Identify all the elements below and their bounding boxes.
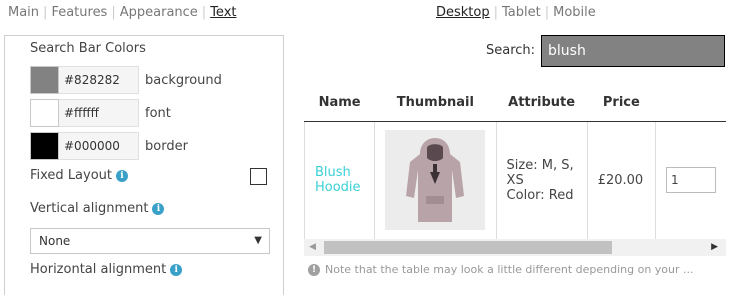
tab-text[interactable]: Text [210, 5, 236, 20]
device-tabs: Desktop | Tablet | Mobile [436, 5, 596, 20]
horizontal-scrollbar[interactable]: ◀ ▶ [304, 239, 726, 256]
quantity-input[interactable]: 1 [665, 167, 716, 193]
color-row-font: #ffffff font [30, 99, 171, 127]
attribute-color: Color: Red [506, 187, 574, 203]
color-label-font: font [145, 105, 171, 121]
color-row-border: #000000 border [30, 132, 188, 160]
color-hex-input-font[interactable]: #ffffff [59, 99, 139, 127]
search-label: Search: [486, 43, 536, 58]
tab-divider: | [493, 5, 499, 20]
color-hex-input-background[interactable]: #828282 [59, 66, 139, 94]
price-cell: £20.00 [586, 121, 656, 240]
color-swatch-background[interactable] [30, 66, 59, 94]
table-row: Blush Hoodie Size: M, S, XS Color: Red £… [304, 121, 726, 240]
thumbnail-cell [374, 121, 497, 240]
product-thumbnail[interactable] [385, 130, 486, 230]
column-header-thumbnail[interactable]: Thumbnail [374, 85, 497, 122]
scroll-right-icon[interactable]: ▶ [711, 242, 718, 252]
vertical-alignment-select[interactable]: None ▼ [30, 228, 270, 254]
hoodie-image [406, 138, 465, 222]
column-header-quantity [655, 85, 726, 122]
tab-mobile[interactable]: Mobile [553, 5, 596, 20]
tab-appearance[interactable]: Appearance [120, 5, 198, 20]
color-swatch-border[interactable] [30, 132, 59, 160]
tab-features[interactable]: Features [51, 5, 107, 20]
note-text: Note that the table may look a little di… [325, 263, 694, 276]
attribute-cell: Size: M, S, XS Color: Red [495, 121, 588, 240]
results-table: Name Thumbnail Attribute Price Blush Hoo… [304, 85, 726, 240]
tab-divider: | [544, 5, 550, 20]
settings-tabs: Main | Features | Appearance | Text [8, 5, 236, 20]
results-table-container: Name Thumbnail Attribute Price Blush Hoo… [304, 85, 726, 240]
info-icon[interactable]: i [152, 202, 165, 215]
column-header-name[interactable]: Name [304, 85, 375, 122]
scrollbar-thumb[interactable] [324, 241, 612, 254]
color-row-background: #828282 background [30, 66, 222, 94]
layout-note: ! Note that the table may look a little d… [308, 263, 694, 276]
tab-divider: | [43, 5, 48, 20]
product-name-cell: Blush Hoodie [304, 121, 375, 240]
price-value: £20.00 [597, 172, 644, 188]
quantity-cell: 1 [654, 121, 726, 240]
vertical-alignment-label: Vertical alignment [30, 201, 149, 216]
product-link[interactable]: Blush Hoodie [315, 165, 361, 195]
tab-desktop[interactable]: Desktop [436, 5, 490, 20]
color-swatch-font[interactable] [30, 99, 59, 127]
section-title: Search Bar Colors [30, 41, 146, 56]
scroll-left-icon[interactable]: ◀ [309, 242, 316, 252]
tab-divider: | [111, 5, 116, 20]
info-icon[interactable]: i [116, 169, 129, 182]
vertical-alignment-field: Vertical alignment i [30, 201, 165, 216]
attribute-sizes: Size: M, S, XS [506, 157, 574, 188]
vertical-alignment-value: None [39, 234, 71, 248]
color-label-background: background [145, 72, 222, 88]
fixed-layout-checkbox[interactable] [250, 168, 267, 185]
horizontal-alignment-label: Horizontal alignment [30, 262, 167, 277]
color-label-border: border [145, 138, 188, 154]
column-header-price[interactable]: Price [587, 85, 656, 122]
horizontal-alignment-field: Horizontal alignment i [30, 262, 183, 277]
tab-tablet[interactable]: Tablet [502, 5, 541, 20]
info-icon[interactable]: i [170, 263, 183, 276]
tab-main[interactable]: Main [8, 5, 39, 20]
column-header-attribute[interactable]: Attribute [496, 85, 588, 122]
settings-panel: Search Bar Colors #828282 background #ff… [4, 35, 284, 295]
tab-divider: | [201, 5, 207, 20]
chevron-down-icon: ▼ [254, 235, 262, 246]
fixed-layout-field: Fixed Layout i [30, 168, 129, 183]
color-hex-input-border[interactable]: #000000 [59, 132, 139, 160]
search-input[interactable]: blush [541, 35, 725, 67]
fixed-layout-label: Fixed Layout [30, 168, 113, 183]
exclamation-icon: ! [308, 264, 320, 276]
